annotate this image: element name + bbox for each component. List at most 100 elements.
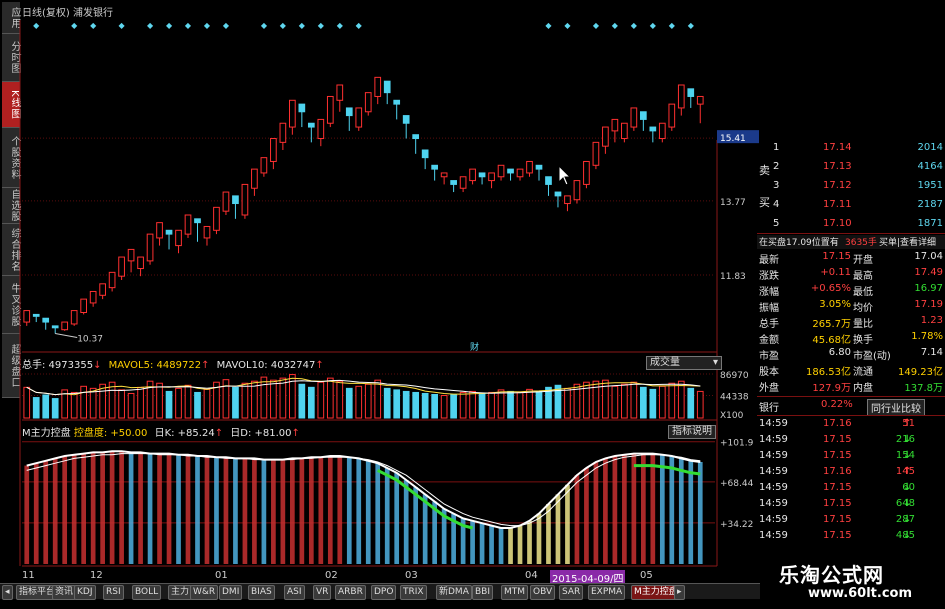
tick-row: 14:59 17.15 60 ↓ <box>757 482 945 496</box>
indicator-tab-12[interactable]: DPO <box>371 585 397 600</box>
indicator-tab-17[interactable]: OBV <box>530 585 556 600</box>
candle-body <box>355 107 363 128</box>
event-marker-icon: ◆ <box>631 21 638 30</box>
candle-body <box>23 310 31 323</box>
quote-row: 总手 265.7万 量比 1.23 <box>757 315 945 330</box>
indicator-tab-10[interactable]: VR <box>313 585 332 600</box>
order-price: 17.12 <box>823 180 852 191</box>
quote-label: 总手 <box>759 319 779 330</box>
indicator-histogram-bar <box>185 454 191 564</box>
tab-scroll-right-icon[interactable]: ▸ <box>674 585 685 600</box>
order-level: 3 <box>773 180 780 191</box>
event-marker-icon: ◆ <box>318 21 325 30</box>
industry-compare-button[interactable]: 同行业比较 <box>867 399 925 416</box>
indicator-histogram-bar <box>536 513 542 564</box>
volume-bar <box>137 386 144 419</box>
watermark-title: 乐淘公式网 <box>779 563 884 587</box>
candle-body <box>583 160 590 185</box>
indicator-histogram-bar <box>584 468 589 564</box>
arrow-down-icon: ↓ <box>903 434 912 445</box>
indicator-tab-18[interactable]: SAR <box>559 585 584 600</box>
quote-value: 137.8万 <box>904 383 943 394</box>
candle-body <box>251 168 258 189</box>
candle-body <box>478 172 486 178</box>
quote-value: +0.65% <box>810 283 851 294</box>
bid-info-text: 在买盘17.09位置有 <box>759 238 839 248</box>
event-marker-icon: ◆ <box>669 21 676 30</box>
volume-bar <box>241 382 249 419</box>
order-level: 5 <box>773 218 780 229</box>
indicator-histogram-bar <box>43 460 49 564</box>
volume-bar <box>497 389 505 419</box>
quote-value: 17.49 <box>914 267 943 278</box>
volume-bar <box>175 387 182 419</box>
indicator-histogram-bar <box>261 459 267 564</box>
x-axis-label: 03 <box>405 570 418 581</box>
tab-scroll-left-icon[interactable]: ◂ <box>2 585 13 600</box>
order-book-row: 1 17.14 2014 <box>757 142 945 156</box>
d-value: 日D: +81.00 <box>230 428 292 439</box>
candle-body <box>222 191 230 212</box>
quote-value: 17.15 <box>822 251 851 262</box>
quote-value: 127.9万 <box>812 383 851 394</box>
candle-body <box>668 103 676 128</box>
volume-bar <box>630 381 638 419</box>
indicator-tab-14[interactable]: 新DMA <box>436 585 472 600</box>
tick-price: 17.16 <box>823 418 852 429</box>
indicator-tab-16[interactable]: MTM <box>501 585 529 600</box>
candle-body <box>649 126 657 132</box>
chart-canvas[interactable]: ◆◆◆◆◆◆◆◆◆◆◆◆◆◆◆◆◆◆◆◆◆◆◆15.4113.7711.8315… <box>0 0 760 583</box>
indicator-help-button[interactable]: 指标说明 <box>668 425 716 439</box>
volume-bar <box>535 390 543 419</box>
indicator-tab-7[interactable]: DMI <box>219 585 243 600</box>
indicator-sub: 控盘度: +50.00 <box>73 428 148 439</box>
indicator-histogram-bar <box>479 523 485 564</box>
candle-body <box>307 122 315 128</box>
indicator-tab-13[interactable]: TRIX <box>400 585 427 600</box>
volume-bar <box>194 391 201 419</box>
candle-body <box>184 214 192 235</box>
indicator-tab-9[interactable]: ASI <box>284 585 305 600</box>
tick-time: 14:59 <box>759 498 788 509</box>
indicator-tab-8[interactable]: BIAS <box>248 585 275 600</box>
volume-bar <box>611 385 619 419</box>
volume-bar <box>108 381 116 419</box>
quote-label: 换手 <box>853 335 873 346</box>
quote-value: 45.68亿 <box>812 335 851 346</box>
candle-body <box>621 122 628 140</box>
indicator-tab-6[interactable]: W&R <box>190 585 219 600</box>
indicator-tab-1[interactable]: 资讯 <box>52 585 77 600</box>
volume-indicator-dropdown[interactable]: 成交量 ▾ <box>646 356 722 370</box>
indicator-histogram-bar <box>214 457 219 564</box>
indicator-histogram-bar <box>650 453 656 564</box>
quote-row: 涨幅 +0.65% 最低 16.97 <box>757 283 945 298</box>
indicator-tab-4[interactable]: BOLL <box>132 585 162 600</box>
indicator-tab-3[interactable]: RSI <box>103 585 124 600</box>
indicator-histogram-bar <box>565 484 570 564</box>
indicator-histogram-bar <box>138 452 143 564</box>
indicator-histogram-bar <box>555 494 561 564</box>
low-marker-line <box>55 333 78 339</box>
indicator-tab-11[interactable]: ARBR <box>335 585 366 600</box>
indicator-tab-5[interactable]: 主力 <box>168 585 193 600</box>
event-marker-icon: ◆ <box>90 21 97 30</box>
indicator-histogram-bar <box>157 453 162 564</box>
indicator-histogram-bar <box>394 472 400 564</box>
indicator-tab-bar: ◂ 指标平台 资讯 KDJ RSI BOLL 主力 W&R DMI BIAS ASI VR ARBR DP… <box>0 583 760 600</box>
candle-body <box>118 256 125 277</box>
volume-bar <box>336 380 344 419</box>
candle-body <box>459 176 467 189</box>
bid-detail-link[interactable]: 买单|查看详细 <box>879 235 936 248</box>
indicator-tab-15[interactable]: BBI <box>472 585 494 600</box>
order-volume: 2014 <box>917 142 943 153</box>
indicator-tab-2[interactable]: KDJ <box>74 585 96 600</box>
indicator-histogram-bar <box>498 528 504 564</box>
indicator-histogram-bar <box>631 453 637 564</box>
indicator-histogram-bar <box>574 475 580 564</box>
quote-label: 金额 <box>759 335 779 346</box>
indicator-tab-19[interactable]: EXPMA <box>588 585 626 600</box>
indicator-header: M主力控盘 控盘度: +50.00 日K: +85.24↑ 日D: +81.00… <box>22 428 300 439</box>
tick-price: 17.15 <box>823 482 852 493</box>
volume-bar <box>232 386 239 419</box>
candle-body <box>488 172 495 182</box>
